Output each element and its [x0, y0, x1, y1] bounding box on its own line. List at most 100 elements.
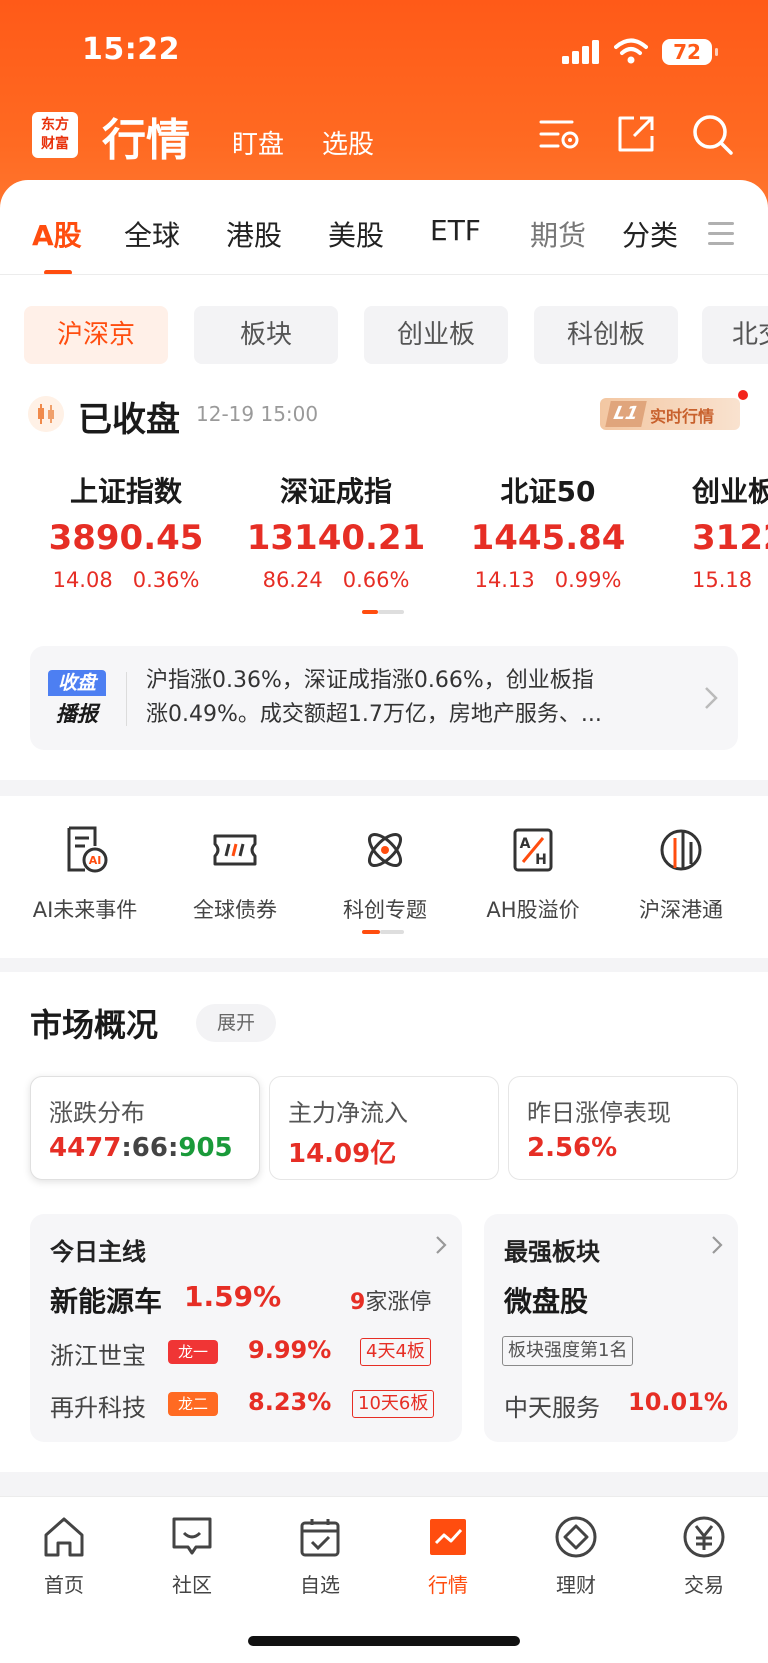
tool-ai-event[interactable]: AI AI未来事件: [10, 824, 160, 924]
tool-connect[interactable]: 沪深港通: [606, 824, 756, 924]
svg-text:H: H: [535, 852, 547, 868]
pager-track: [380, 930, 404, 934]
tab-stock-picker[interactable]: 选股: [322, 124, 374, 161]
tab-hk[interactable]: 港股: [226, 214, 282, 254]
nav-home[interactable]: 首页: [14, 1513, 114, 1598]
stock-pct: 9.99%: [248, 1336, 332, 1364]
pager-active: [362, 610, 378, 614]
leader-badge: 龙一: [168, 1340, 218, 1364]
tab-etf[interactable]: ETF: [430, 214, 481, 247]
pager-active: [362, 930, 380, 934]
market-overview: 市场概况 展开 涨跌分布 4477:66:905 主力净流入 14.09亿 昨日…: [0, 972, 768, 1472]
diamond-icon: [555, 1516, 597, 1558]
svg-text:A: A: [520, 836, 531, 852]
divider: [0, 274, 768, 275]
stock-pct: 10.01%: [628, 1388, 728, 1416]
chip-star-market[interactable]: 科创板: [534, 306, 678, 364]
chevron-right-icon: [705, 687, 718, 709]
streak-tag: 4天4板: [360, 1338, 431, 1366]
index-card[interactable]: 创业板 3122 15.18: [692, 470, 768, 592]
connect-chart-icon: [660, 829, 702, 871]
candlestick-icon: [28, 396, 64, 432]
settings-list-icon[interactable]: [538, 112, 582, 156]
home-icon: [44, 1517, 84, 1557]
tab-a-shares[interactable]: A股: [32, 214, 82, 254]
broadcast-badge: 收盘 播报: [48, 670, 106, 728]
theme-name: 新能源车: [50, 1285, 163, 1318]
nav-wealth[interactable]: 理财: [526, 1513, 626, 1598]
divider: [126, 672, 127, 726]
svg-text:AI: AI: [89, 854, 102, 867]
top-bar: 东方 财富 行情 盯盘 选股: [0, 104, 768, 166]
checklist-icon: [300, 1519, 340, 1557]
chevron-right-icon: [436, 1236, 447, 1254]
atom-icon: [367, 832, 403, 868]
card-net-inflow[interactable]: 主力净流入 14.09亿: [269, 1076, 499, 1180]
chat-icon: [172, 1517, 212, 1555]
market-chart-icon: [430, 1519, 466, 1555]
market-status: 已收盘: [78, 400, 180, 440]
tab-us[interactable]: 美股: [328, 214, 384, 254]
wifi-icon: [614, 38, 648, 64]
closing-broadcast[interactable]: 收盘 播报 沪指涨0.36%，深证成指涨0.66%，创业板指 涨0.49%。成交…: [30, 646, 738, 750]
expand-button[interactable]: 展开: [196, 1004, 276, 1042]
home-indicator: [248, 1636, 520, 1646]
card-breadth[interactable]: 涨跌分布 4477:66:905: [30, 1076, 260, 1180]
nav-trade[interactable]: 交易: [654, 1513, 754, 1598]
battery-indicator: 72: [662, 39, 718, 65]
app-logo[interactable]: 东方 财富: [32, 112, 78, 158]
tab-futures[interactable]: 期货: [530, 214, 586, 254]
page-title[interactable]: 行情: [102, 104, 190, 168]
session-row: 已收盘 12-19 15:00 L1 实时行情: [28, 392, 748, 440]
pager-track: [378, 610, 404, 614]
card-limit-up-performance[interactable]: 昨日涨停表现 2.56%: [508, 1076, 738, 1180]
yen-icon: [683, 1516, 725, 1558]
bond-ticket-icon: [213, 834, 257, 866]
tab-global[interactable]: 全球: [124, 214, 180, 254]
status-time: 15:22: [82, 32, 180, 67]
main-line-panel[interactable]: 今日主线 新能源车 1.59% 9家涨停 浙江世宝 龙一 9.99% 4天4板 …: [30, 1214, 462, 1442]
search-icon[interactable]: [690, 112, 734, 156]
tab-watch[interactable]: 盯盘: [232, 124, 284, 161]
section-title: 市场概况: [30, 1006, 159, 1044]
strongest-sector-panel[interactable]: 最强板块 微盘股 板块强度第1名 中天服务 10.01%: [484, 1214, 738, 1442]
market-tabs: A股 全球 港股 美股 ETF 期货 分类: [0, 200, 768, 272]
tool-global-bonds[interactable]: 全球债券: [160, 824, 310, 924]
stock-name[interactable]: 中天服务: [504, 1388, 600, 1423]
sector-name: 微盘股: [504, 1285, 589, 1318]
stock-name[interactable]: 再升科技: [50, 1388, 146, 1423]
status-bar: 15:22 72: [0, 30, 768, 74]
nav-community[interactable]: 社区: [142, 1513, 242, 1598]
chip-sector[interactable]: 板块: [194, 306, 338, 364]
index-card[interactable]: 上证指数 3890.45 14.08 0.36%: [26, 470, 226, 592]
ah-premium-icon: A H: [513, 828, 553, 872]
leader-badge: 龙二: [168, 1392, 218, 1416]
chip-hushenjing[interactable]: 沪深京: [24, 306, 168, 364]
share-icon[interactable]: [614, 112, 658, 156]
tool-star-topic[interactable]: 科创专题: [310, 824, 460, 924]
chip-chinext[interactable]: 创业板: [364, 306, 508, 364]
stock-pct: 8.23%: [248, 1388, 332, 1416]
streak-tag: 10天6板: [352, 1390, 435, 1418]
limit-up-count: 9家涨停: [350, 1290, 432, 1315]
market-time: 12-19 15:00: [196, 402, 319, 426]
index-card[interactable]: 深证成指 13140.21 86.24 0.66%: [236, 470, 436, 592]
tab-category[interactable]: 分类: [622, 214, 678, 254]
nav-watchlist[interactable]: 自选: [270, 1513, 370, 1598]
stock-name[interactable]: 浙江世宝: [50, 1336, 146, 1371]
notification-dot: [738, 390, 748, 400]
tool-ah-premium[interactable]: A H AH股溢价: [458, 824, 608, 924]
section-gap: [0, 958, 768, 972]
chip-bse[interactable]: 北交: [702, 306, 768, 364]
chevron-right-icon: [712, 1236, 723, 1254]
cellular-signal-icon: [562, 40, 599, 64]
rank-tag: 板块强度第1名: [502, 1336, 634, 1366]
section-gap: [0, 780, 768, 796]
index-card[interactable]: 北证50 1445.84 14.13 0.99%: [448, 470, 648, 592]
tool-shortcuts: AI AI未来事件 全球债券 科创专题 A H AH股溢价 沪深港通: [0, 796, 768, 958]
broadcast-text: 沪指涨0.36%，深证成指涨0.66%，创业板指 涨0.49%。成交额超1.7万…: [146, 668, 602, 727]
nav-market[interactable]: 行情: [398, 1513, 498, 1598]
menu-icon[interactable]: [708, 222, 734, 246]
realtime-quote-badge[interactable]: L1 实时行情: [600, 398, 740, 430]
ai-event-icon: AI: [67, 826, 108, 873]
